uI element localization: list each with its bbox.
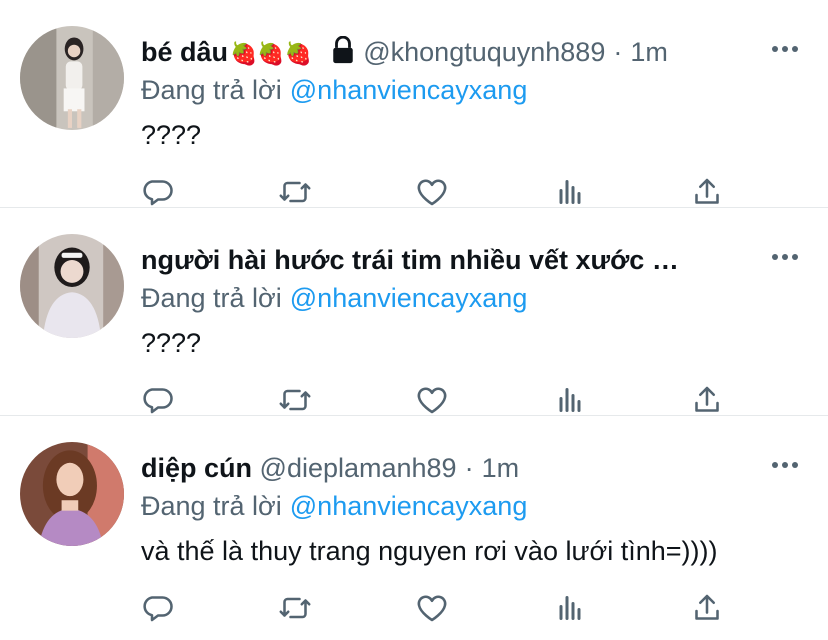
heart-icon: [417, 179, 447, 206]
user-handle[interactable]: @dieplamanh89: [260, 453, 457, 483]
replying-to-label: Đang trả lời: [141, 75, 282, 105]
share-icon: [695, 386, 719, 412]
stats-icon: [559, 596, 581, 620]
heart-icon: [417, 595, 447, 622]
reply-mention-link[interactable]: @nhanviencayxang: [290, 283, 528, 313]
avatar-image: [20, 442, 124, 546]
share-icon: [695, 594, 719, 620]
more-icon[interactable]: [770, 42, 800, 56]
stats-button[interactable]: [552, 382, 588, 418]
stats-button[interactable]: [552, 174, 588, 210]
separator-dot: ·: [613, 37, 623, 67]
display-name[interactable]: bé dâu: [141, 37, 228, 67]
reply-button[interactable]: [140, 590, 176, 626]
retweet-button[interactable]: [277, 382, 313, 418]
reply-button[interactable]: [140, 382, 176, 418]
display-name[interactable]: diệp cún: [141, 453, 252, 483]
more-icon[interactable]: [770, 458, 800, 472]
replying-to: Đang trả lời @nhanviencayxang: [141, 486, 527, 526]
share-button[interactable]: [689, 590, 725, 626]
retweet-button[interactable]: [277, 174, 313, 210]
tweet-header: người hài hước trái tim nhiều vết xước …: [141, 240, 758, 280]
retweet-icon: [279, 597, 311, 619]
replying-to-label: Đang trả lời: [141, 491, 282, 521]
retweet-button[interactable]: [277, 590, 313, 626]
reply-icon: [143, 596, 173, 622]
tweet[interactable]: diệp cún @dieplamanh89 · 1m Đang trả lời @n…: [0, 416, 828, 624]
stats-icon: [559, 180, 581, 204]
timestamp[interactable]: 1m: [482, 453, 520, 483]
timestamp[interactable]: 1m: [630, 37, 668, 67]
more-icon[interactable]: [770, 250, 800, 264]
user-handle[interactable]: @khongtuquynh889: [363, 37, 605, 67]
tweet-text: ????: [141, 120, 202, 150]
reply-icon: [143, 388, 173, 414]
tweet[interactable]: người hài hước trái tim nhiều vết xước ……: [0, 208, 828, 416]
name-emoji: 🍓🍓🍓: [230, 41, 313, 66]
like-button[interactable]: [414, 382, 450, 418]
retweet-icon: [279, 181, 311, 203]
avatar[interactable]: [20, 442, 124, 546]
heart-icon: [417, 387, 447, 414]
like-button[interactable]: [414, 174, 450, 210]
timeline: bé dâu🍓🍓🍓 @khongtuquynh889 · 1m Đang trả l…: [0, 0, 828, 624]
retweet-icon: [279, 389, 311, 411]
like-button[interactable]: [414, 590, 450, 626]
stats-button[interactable]: [552, 590, 588, 626]
share-button[interactable]: [689, 174, 725, 210]
avatar-image: [20, 26, 124, 130]
reply-mention-link[interactable]: @nhanviencayxang: [290, 75, 528, 105]
separator-dot: ·: [464, 453, 474, 483]
replying-to: Đang trả lời @nhanviencayxang: [141, 70, 527, 110]
tweet[interactable]: bé dâu🍓🍓🍓 @khongtuquynh889 · 1m Đang trả l…: [0, 0, 828, 208]
lock-icon: [330, 35, 356, 63]
avatar[interactable]: [20, 26, 124, 130]
reply-icon: [143, 180, 173, 206]
action-bar: [0, 590, 828, 630]
replying-to: Đang trả lời @nhanviencayxang: [141, 278, 527, 318]
reply-mention-link[interactable]: @nhanviencayxang: [290, 491, 528, 521]
stats-icon: [559, 388, 581, 412]
tweet-text: ????: [141, 328, 202, 358]
avatar[interactable]: [20, 234, 124, 338]
share-button[interactable]: [689, 382, 725, 418]
tweet-text: và thế là thuy trang nguyen rơi vào lưới…: [141, 536, 718, 566]
avatar-image: [20, 234, 124, 338]
reply-button[interactable]: [140, 174, 176, 210]
display-name[interactable]: người hài hước trái tim nhiều vết xước …: [141, 245, 679, 275]
tweet-header: bé dâu🍓🍓🍓 @khongtuquynh889 · 1m: [141, 32, 758, 72]
tweet-header: diệp cún @dieplamanh89 · 1m: [141, 448, 758, 488]
replying-to-label: Đang trả lời: [141, 283, 282, 313]
share-icon: [695, 178, 719, 204]
